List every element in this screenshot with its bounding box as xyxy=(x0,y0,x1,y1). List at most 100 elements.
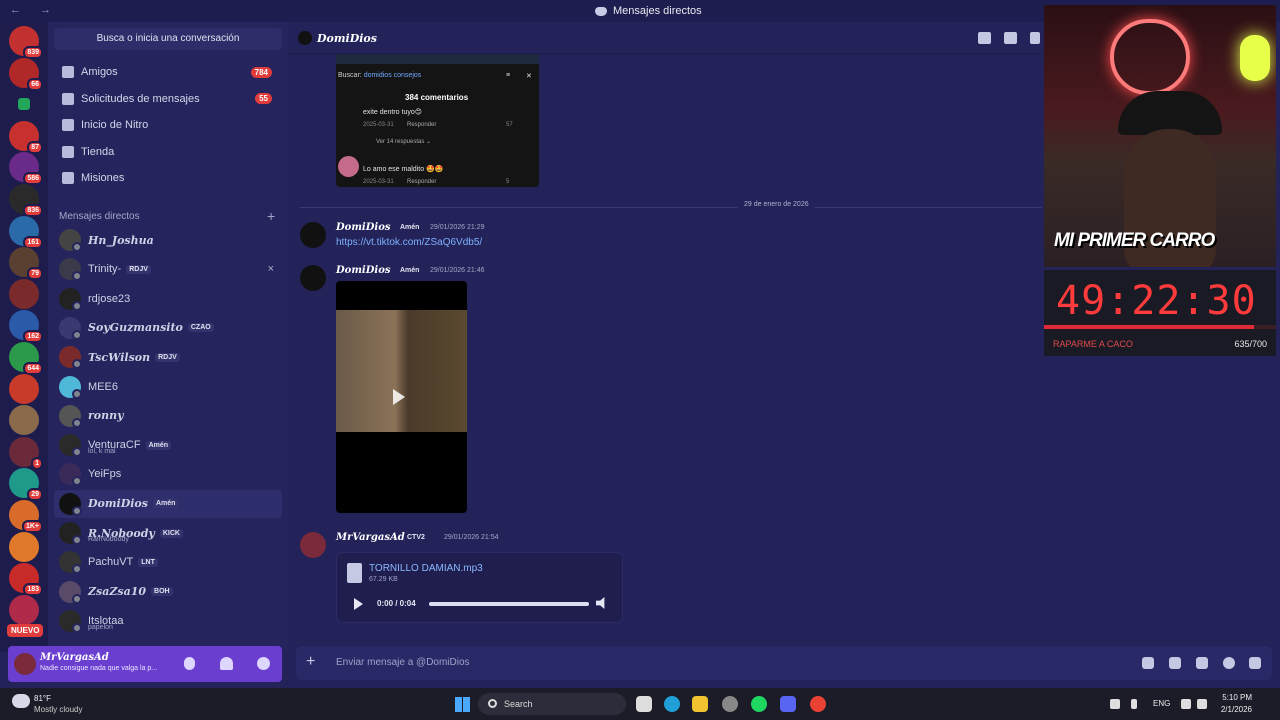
avatar xyxy=(59,551,82,575)
avatar xyxy=(298,31,312,45)
search-button[interactable]: Busca o inicia una conversación xyxy=(54,28,282,50)
apps-icon[interactable] xyxy=(1249,657,1261,669)
emoji-icon[interactable] xyxy=(1223,657,1235,669)
play-icon[interactable] xyxy=(393,389,405,405)
pin-icon[interactable] xyxy=(1030,32,1040,44)
server-icon[interactable]: 1 xyxy=(9,436,43,470)
add-dm-icon[interactable]: + xyxy=(267,208,275,224)
dm-item[interactable]: TscWilson RDJV xyxy=(54,343,282,371)
close-icon[interactable]: × xyxy=(268,263,274,275)
attach-icon[interactable]: + xyxy=(306,653,315,671)
server-icon[interactable] xyxy=(9,405,39,436)
play-icon[interactable] xyxy=(354,598,363,610)
server-icon[interactable] xyxy=(9,594,39,625)
nav-item-count: 784 xyxy=(250,66,272,78)
dm-item[interactable]: MEE6 xyxy=(54,373,282,401)
dm-item[interactable]: rdjose23 xyxy=(54,285,282,313)
avatar[interactable] xyxy=(300,265,326,291)
sticker-icon[interactable] xyxy=(1196,657,1208,669)
avatar xyxy=(59,404,82,428)
clock-time[interactable]: 5:10 PM xyxy=(1218,693,1252,702)
dm-item[interactable]: Hn_Joshua xyxy=(54,226,282,254)
audio-file-name[interactable]: TORNILLO DAMIAN.mp3 xyxy=(369,563,483,574)
avatar[interactable] xyxy=(300,532,326,558)
task-view-icon[interactable] xyxy=(636,696,652,712)
microphone-icon[interactable] xyxy=(1131,699,1137,709)
server-icon[interactable] xyxy=(9,278,39,309)
audio-seek-bar[interactable] xyxy=(429,602,589,606)
server-icon[interactable]: 836 xyxy=(9,184,43,217)
gift-icon[interactable] xyxy=(1142,657,1154,669)
server-icon[interactable] xyxy=(9,373,39,404)
spotify-icon[interactable] xyxy=(751,696,767,712)
volume-icon[interactable] xyxy=(1197,699,1207,709)
dm-item[interactable]: PachuVT LNT xyxy=(54,548,282,576)
message-author[interactable]: MrVargasAd xyxy=(336,532,405,543)
dm-list-icon[interactable] xyxy=(18,98,30,111)
server-icon[interactable]: 644 xyxy=(9,342,43,375)
server-icon[interactable]: 183 xyxy=(9,563,43,597)
microphone-icon[interactable] xyxy=(184,657,195,670)
nav-item[interactable]: Tienda xyxy=(54,140,282,164)
avatar[interactable] xyxy=(300,222,326,248)
dm-item[interactable]: YeiFps xyxy=(54,460,282,488)
server-icon[interactable]: 161 xyxy=(9,215,43,249)
dm-item[interactable]: Trinity- RDJV × xyxy=(54,255,282,283)
server-icon[interactable]: 79 xyxy=(9,247,43,281)
role-badge: CTV2 xyxy=(407,534,425,541)
server-icon[interactable]: 1K+ xyxy=(9,500,43,533)
app-icon[interactable] xyxy=(722,696,738,712)
gif-icon[interactable] xyxy=(1169,657,1181,669)
dm-item[interactable]: ronny xyxy=(54,402,282,430)
phone-icon[interactable] xyxy=(978,32,991,44)
server-icon[interactable]: 66 xyxy=(9,57,43,91)
chevron-up-icon[interactable] xyxy=(1110,699,1120,709)
nav-arrows[interactable]: ← → xyxy=(10,4,59,16)
dm-name: Hn_Joshua xyxy=(88,233,154,247)
language-indicator[interactable]: ENG xyxy=(1153,699,1170,708)
volume-icon[interactable] xyxy=(596,597,605,609)
comment-date: 2025-03-31 xyxy=(363,179,394,185)
message-author[interactable]: DomiDios xyxy=(336,222,391,233)
headphones-icon[interactable] xyxy=(220,657,233,670)
video-attachment[interactable] xyxy=(336,281,467,513)
friends-icon xyxy=(62,66,74,78)
nav-item[interactable]: Inicio de Nitro xyxy=(54,113,282,137)
weather-icon[interactable] xyxy=(12,694,30,708)
server-icon[interactable]: 839 xyxy=(9,26,43,59)
server-icon[interactable]: 162 xyxy=(9,310,43,344)
clock-date[interactable]: 2/1/2026 xyxy=(1210,705,1252,714)
discord-icon[interactable] xyxy=(780,696,796,712)
server-icon[interactable]: 87 xyxy=(9,120,43,154)
folder-icon[interactable] xyxy=(692,696,708,712)
avatar xyxy=(59,434,82,458)
dm-item[interactable]: R.Noboody KICK RairNoboody xyxy=(54,519,282,547)
chrome-icon[interactable] xyxy=(810,696,826,712)
message-link[interactable]: https://vt.tiktok.com/ZSaQ6Vdb5/ xyxy=(336,237,482,248)
dm-item[interactable]: Itslotaa papelon xyxy=(54,607,282,635)
tiktok-embed[interactable]: Buscar: domidios consejos ≡ ✕ 384 coment… xyxy=(336,54,539,187)
composer-placeholder[interactable]: Enviar mensaje a @DomiDios xyxy=(336,657,470,668)
user-panel[interactable]: MrVargasAd Nadie consigue nada que valga… xyxy=(8,646,282,682)
message-author[interactable]: DomiDios xyxy=(336,265,391,276)
edge-icon[interactable] xyxy=(664,696,680,712)
dm-item[interactable]: SoyGuzmansito CZAO xyxy=(54,314,282,342)
wifi-icon[interactable] xyxy=(1181,699,1191,709)
server-icon[interactable]: 29 xyxy=(9,468,43,502)
gear-icon[interactable] xyxy=(257,657,270,670)
server-badge: 29 xyxy=(27,488,43,502)
new-badge[interactable]: NUEVO xyxy=(7,624,44,637)
avatar[interactable] xyxy=(14,653,36,675)
taskbar-search[interactable]: Search xyxy=(478,693,626,715)
dm-item[interactable]: VenturaCF Amén lol, k mal xyxy=(54,431,282,459)
video-call-icon[interactable] xyxy=(1004,32,1017,44)
start-icon[interactable] xyxy=(455,697,470,712)
nav-item[interactable]: Misiones xyxy=(54,166,282,190)
server-icon[interactable]: 586 xyxy=(9,152,43,186)
dm-item[interactable]: ZsaZsa10 BOH xyxy=(54,578,282,606)
nav-item[interactable]: Solicitudes de mensajes 55 xyxy=(54,87,282,111)
server-icon[interactable] xyxy=(9,531,39,562)
dm-item[interactable]: DomiDios Amén xyxy=(54,489,282,518)
nav-item[interactable]: Amigos 784 xyxy=(54,60,282,84)
message-composer[interactable]: + Enviar mensaje a @DomiDios xyxy=(296,646,1272,680)
